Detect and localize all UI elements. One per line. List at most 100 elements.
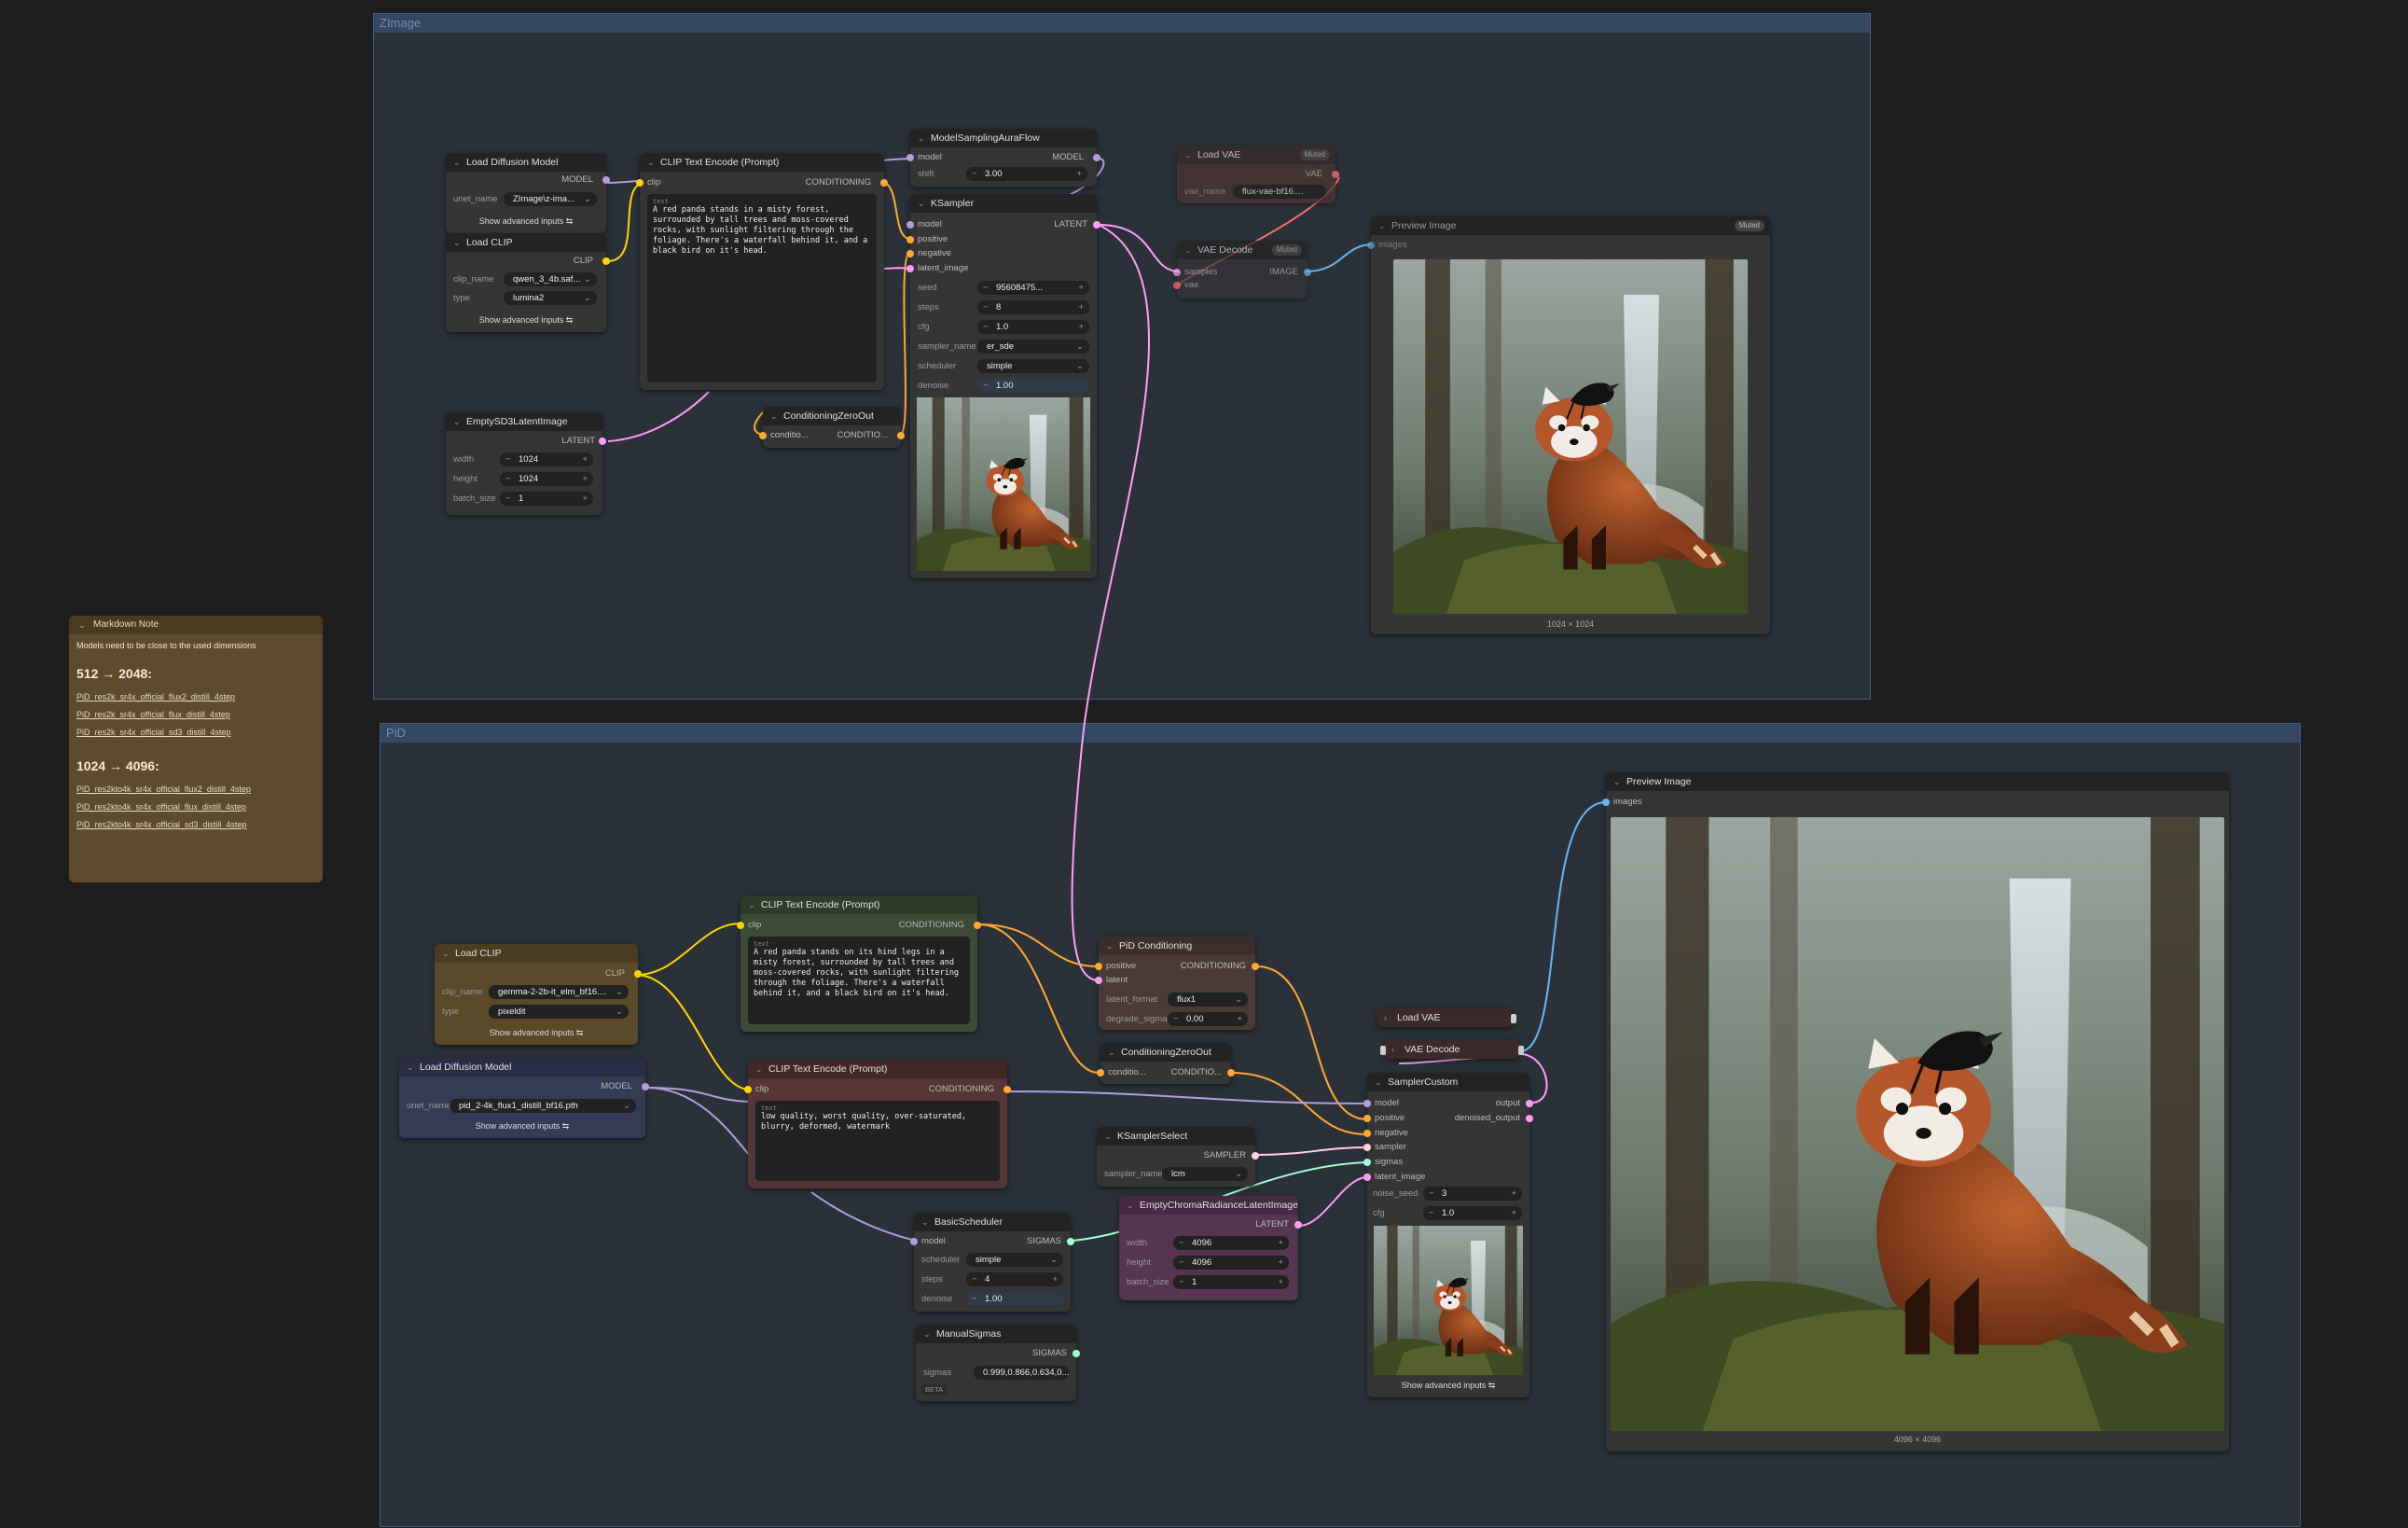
increment-icon[interactable]: + bbox=[1078, 300, 1084, 314]
node-title[interactable]: ⌄ CLIP Text Encode (Prompt) bbox=[640, 153, 884, 172]
output-sampler-dot[interactable] bbox=[1252, 1152, 1259, 1160]
type-select[interactable]: lumina2 ⌄ bbox=[504, 291, 597, 305]
increment-icon[interactable]: + bbox=[1278, 1236, 1283, 1250]
height-stepper[interactable]: −1024 + bbox=[500, 472, 593, 486]
group-title[interactable]: PiD bbox=[381, 724, 2300, 743]
output-image-dot[interactable] bbox=[1304, 269, 1311, 276]
denoise-slider[interactable]: −1.00 bbox=[977, 379, 1089, 393]
model-link[interactable]: PiD_res2k_sr4x_official_flux_distill_4st… bbox=[76, 706, 315, 724]
input-sigmas-dot[interactable] bbox=[1363, 1159, 1371, 1166]
node-vae-decode-muted[interactable]: ⌄ VAE Decode Muted samples vae IMAGE bbox=[1173, 241, 1311, 299]
decrement-icon[interactable]: − bbox=[983, 300, 989, 314]
sampler-name-select[interactable]: er_sde ⌄ bbox=[977, 340, 1089, 354]
decrement-icon[interactable]: − bbox=[983, 320, 989, 334]
node-title[interactable]: ⌄ Preview Image bbox=[1606, 772, 2229, 791]
collapse-chevron-icon[interactable]: ⌄ bbox=[770, 407, 778, 425]
model-link[interactable]: PiD_res2kto4k_sr4x_official_flux_distill… bbox=[76, 799, 315, 816]
show-advanced-inputs[interactable]: Show advanced inputs ⇆ bbox=[446, 216, 606, 227]
decrement-icon[interactable]: − bbox=[505, 452, 511, 466]
output-conditioning-dot[interactable] bbox=[1003, 1086, 1011, 1093]
steps-stepper[interactable]: −8 + bbox=[977, 300, 1089, 314]
collapse-chevron-icon[interactable]: ⌄ bbox=[1127, 1196, 1134, 1215]
node-title[interactable]: ⌄ SamplerCustom bbox=[1367, 1073, 1529, 1091]
input-negative-dot[interactable] bbox=[906, 250, 914, 257]
node-title[interactable]: ⌄ KSampler bbox=[910, 194, 1097, 213]
show-advanced-inputs[interactable]: Show advanced inputs ⇆ bbox=[446, 315, 606, 326]
output-latent-dot[interactable] bbox=[599, 438, 606, 445]
node-title[interactable]: ⌄ EmptyChromaRadianceLatentImage bbox=[1119, 1196, 1298, 1215]
collapse-chevron-icon[interactable]: ⌄ bbox=[921, 1213, 929, 1231]
node-title[interactable]: ⌄ Load Diffusion Model bbox=[399, 1058, 645, 1077]
input-vae-dot[interactable] bbox=[1173, 282, 1181, 289]
input-model-dot[interactable] bbox=[906, 154, 914, 161]
increment-icon[interactable]: + bbox=[1078, 281, 1084, 295]
increment-icon[interactable]: + bbox=[582, 492, 588, 506]
muted-badge[interactable]: Muted bbox=[1299, 149, 1330, 160]
node-title[interactable]: ⌄ EmptySD3LatentImage bbox=[446, 412, 602, 431]
show-advanced-inputs[interactable]: Show advanced inputs ⇆ bbox=[399, 1121, 645, 1132]
output-clip-dot[interactable] bbox=[602, 257, 610, 265]
input-clip-dot[interactable] bbox=[737, 922, 744, 929]
output-conditioning-dot[interactable] bbox=[974, 922, 981, 929]
increment-icon[interactable]: + bbox=[1278, 1256, 1283, 1270]
muted-badge[interactable]: Muted bbox=[1734, 220, 1764, 231]
decrement-icon[interactable]: − bbox=[1179, 1236, 1184, 1250]
collapse-chevron-icon[interactable]: ⌄ bbox=[1108, 1043, 1115, 1062]
node-sampler-custom[interactable]: ⌄ SamplerCustom model positive negative s… bbox=[1363, 1073, 1533, 1397]
output-model-dot[interactable] bbox=[642, 1083, 649, 1090]
node-title[interactable]: ⌄ Markdown Note bbox=[69, 616, 323, 634]
scheduler-select[interactable]: simple ⌄ bbox=[977, 359, 1089, 373]
node-empty-chroma-radiance-latent-image[interactable]: ⌄ EmptyChromaRadianceLatentImage LATENT w… bbox=[1119, 1196, 1302, 1300]
input-latent-dot[interactable] bbox=[1095, 977, 1102, 984]
input-images-dot[interactable] bbox=[1367, 242, 1375, 249]
decrement-icon[interactable]: − bbox=[972, 1292, 977, 1306]
collapse-chevron-icon[interactable]: ⌄ bbox=[453, 412, 461, 431]
node-manual-sigmas[interactable]: ⌄ ManualSigmas SIGMAS sigmas 0.999,0.866,… bbox=[916, 1325, 1080, 1401]
decrement-icon[interactable]: − bbox=[505, 492, 511, 506]
height-stepper[interactable]: −4096 + bbox=[1173, 1256, 1289, 1270]
collapse-chevron-icon[interactable]: ⌄ bbox=[1378, 216, 1386, 235]
output-conditioning-dot[interactable] bbox=[897, 432, 905, 439]
input-model-dot[interactable] bbox=[910, 1238, 918, 1245]
node-load-clip[interactable]: ⌄ Load CLIP CLIP clip_name gemma-2-2b-it_… bbox=[435, 944, 642, 1045]
cfg-stepper[interactable]: −1.0 + bbox=[1423, 1206, 1522, 1220]
increment-icon[interactable]: + bbox=[1076, 167, 1082, 181]
node-clip-text-encode-positive[interactable]: ⌄ CLIP Text Encode (Prompt) clip CONDITIO… bbox=[737, 896, 981, 1032]
show-advanced-inputs[interactable]: Show advanced inputs ⇆ bbox=[435, 1028, 638, 1038]
input-conditioning-dot[interactable] bbox=[1097, 1069, 1104, 1077]
input-sampler-dot[interactable] bbox=[1363, 1144, 1371, 1151]
input-conditioning-dot[interactable] bbox=[759, 432, 767, 439]
node-load-clip[interactable]: ⌄ Load CLIP CLIP clip_name qwen_3_4b.saf.… bbox=[446, 233, 610, 332]
decrement-icon[interactable]: − bbox=[1179, 1256, 1184, 1270]
decrement-icon[interactable]: − bbox=[1429, 1206, 1434, 1220]
decrement-icon[interactable]: − bbox=[1179, 1275, 1184, 1289]
output-image-dot[interactable] bbox=[1518, 1046, 1524, 1055]
latent-format-select[interactable]: flux1 ⌄ bbox=[1168, 993, 1248, 1007]
expand-chevron-icon[interactable]: › bbox=[1391, 1040, 1394, 1059]
collapse-chevron-icon[interactable]: ⌄ bbox=[748, 896, 755, 914]
collapse-chevron-icon[interactable]: ⌄ bbox=[923, 1325, 931, 1343]
decrement-icon[interactable]: − bbox=[1173, 1012, 1179, 1026]
collapse-chevron-icon[interactable]: ⌄ bbox=[1104, 1127, 1112, 1146]
width-stepper[interactable]: −4096 + bbox=[1173, 1236, 1289, 1250]
decrement-icon[interactable]: − bbox=[983, 379, 989, 393]
node-title[interactable]: ⌄ CLIP Text Encode (Prompt) bbox=[748, 1060, 1007, 1078]
decrement-icon[interactable]: − bbox=[983, 281, 989, 295]
input-model-dot[interactable] bbox=[1363, 1100, 1371, 1107]
increment-icon[interactable]: + bbox=[582, 472, 588, 486]
node-title[interactable]: ⌄ PiD Conditioning bbox=[1099, 937, 1255, 955]
input-positive-dot[interactable] bbox=[1363, 1115, 1371, 1122]
increment-icon[interactable]: + bbox=[1052, 1272, 1058, 1286]
collapse-chevron-icon[interactable]: ⌄ bbox=[1613, 772, 1621, 791]
collapse-chevron-icon[interactable]: ⌄ bbox=[755, 1060, 763, 1078]
node-load-vae-collapsed[interactable]: › Load VAE bbox=[1377, 1008, 1516, 1027]
node-title[interactable]: ⌄ BasicScheduler bbox=[914, 1213, 1071, 1231]
input-latent-dot[interactable] bbox=[1363, 1174, 1371, 1181]
model-link[interactable]: PiD_res2k_sr4x_official_sd3_distill_4ste… bbox=[76, 724, 315, 742]
model-link[interactable]: PiD_res2kto4k_sr4x_official_flux2_distil… bbox=[76, 781, 315, 799]
node-title[interactable]: ⌄ Load VAE Muted bbox=[1177, 146, 1335, 164]
node-load-vae-muted[interactable]: ⌄ Load VAE Muted VAE vae_name flux-vae-bf1… bbox=[1177, 146, 1339, 203]
cfg-stepper[interactable]: −1.0 + bbox=[977, 320, 1089, 334]
output-sigmas-dot[interactable] bbox=[1073, 1350, 1080, 1357]
prompt-textarea[interactable]: text low quality, worst quality, over-sat… bbox=[755, 1101, 1000, 1181]
